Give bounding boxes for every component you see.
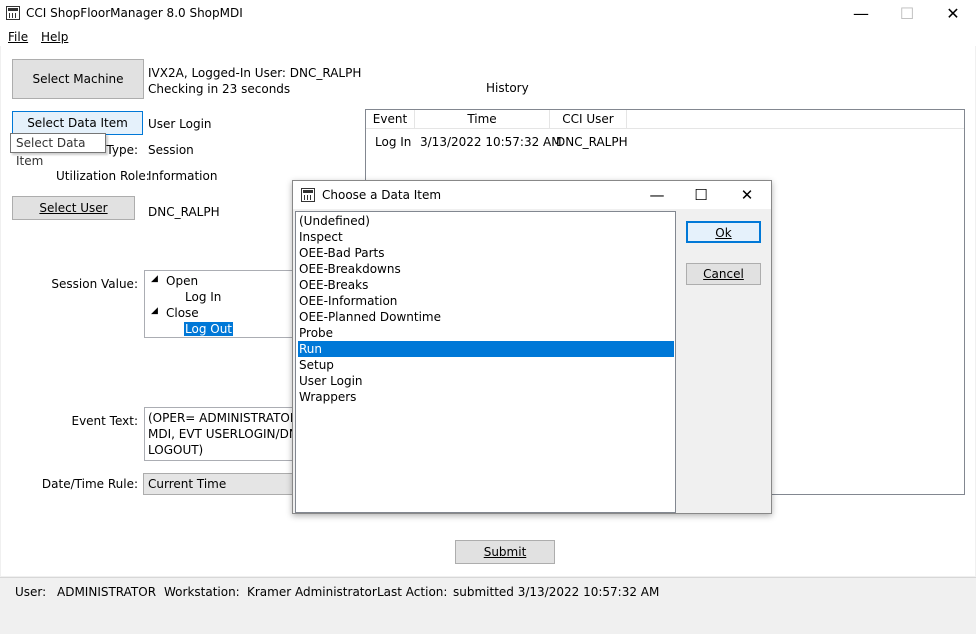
list-item[interactable]: OEE-Breaks	[298, 277, 674, 293]
dialog-minimize-button[interactable]: —	[635, 181, 679, 209]
history-col-user[interactable]: CCI User	[550, 110, 627, 128]
type-label: Type:	[106, 143, 138, 157]
dialog-app-icon	[301, 188, 315, 202]
status-last-action-value: submitted 3/13/2022 10:57:32 AM	[453, 585, 660, 599]
cancel-label: Cancel	[703, 267, 744, 281]
event-text-line-3: LOGOUT)	[148, 443, 204, 457]
history-col-event[interactable]: Event	[366, 110, 415, 128]
date-rule-label: Date/Time Rule:	[41, 477, 138, 491]
minimize-button[interactable]: —	[838, 0, 884, 28]
data-item-value: User Login	[148, 117, 212, 131]
utilization-role-value: Information	[148, 169, 218, 183]
menu-help-label: Help	[41, 30, 69, 44]
tree-node-close[interactable]: Close	[166, 306, 199, 320]
history-header: Event Time CCI User	[366, 110, 964, 129]
event-text-line-2: MDI, EVT USERLOGIN/DNC	[148, 427, 294, 441]
history-col-time[interactable]: Time	[415, 110, 550, 128]
app-icon	[6, 6, 20, 20]
menu-file-label: File	[8, 30, 29, 44]
select-user-label: Select User	[39, 201, 108, 215]
history-label: History	[486, 81, 529, 95]
select-user-button[interactable]: Select User	[12, 196, 135, 220]
select-data-item-button[interactable]: Select Data Item	[12, 111, 143, 135]
list-item[interactable]: OEE-Bad Parts	[298, 245, 674, 261]
tree-node-log-in[interactable]: Log In	[185, 290, 221, 304]
event-text-line-1: (OPER= ADMINISTRATOR, S	[148, 411, 294, 425]
date-rule-select[interactable]: Current Time	[143, 473, 295, 495]
event-text-label: Event Text:	[71, 414, 138, 428]
menu-help[interactable]: Help	[41, 30, 68, 44]
ok-button[interactable]: Ok	[686, 221, 761, 243]
history-row-user: DNC_RALPH	[556, 135, 628, 149]
list-item[interactable]: Setup	[298, 357, 674, 373]
list-item-selected[interactable]: Run	[298, 341, 674, 357]
user-value: DNC_RALPH	[148, 205, 220, 219]
list-item[interactable]: User Login	[298, 373, 674, 389]
dialog-maximize-button[interactable]: ☐	[679, 181, 723, 209]
date-rule-value: Current Time	[148, 477, 227, 491]
checkin-countdown: Checking in 23 seconds	[148, 82, 291, 96]
cancel-button[interactable]: Cancel	[686, 263, 761, 285]
menu-file[interactable]: File	[8, 30, 28, 44]
submit-button[interactable]: Submit	[455, 540, 555, 564]
menu-bar	[0, 28, 976, 46]
dialog-title: Choose a Data Item	[322, 188, 442, 202]
list-item[interactable]: Probe	[298, 325, 674, 341]
window-title: CCI ShopFloorManager 8.0 ShopMDI	[26, 6, 243, 20]
select-machine-button[interactable]: Select Machine	[12, 59, 144, 99]
status-user-value: ADMINISTRATOR	[57, 585, 157, 599]
list-item[interactable]: OEE-Breakdowns	[298, 261, 674, 277]
history-row-time: 3/13/2022 10:57:32 AM	[420, 135, 562, 149]
status-last-action-label: Last Action:	[377, 585, 448, 599]
maximize-button[interactable]: ☐	[884, 0, 930, 28]
status-user-label: User:	[15, 585, 47, 599]
list-item[interactable]: Inspect	[298, 229, 674, 245]
history-row-event: Log In	[375, 135, 412, 149]
session-value-label: Session Value:	[51, 277, 138, 291]
choose-data-item-dialog: Choose a Data Item — ☐ ✕ (Undefined) Ins…	[292, 180, 772, 514]
event-text-box[interactable]: (OPER= ADMINISTRATOR, S MDI, EVT USERLOG…	[144, 407, 294, 461]
expand-close-icon[interactable]: ◢	[151, 306, 158, 316]
expand-open-icon[interactable]: ◢	[151, 274, 158, 284]
list-item[interactable]: OEE-Information	[298, 293, 674, 309]
ok-label: Ok	[715, 226, 732, 240]
session-value-tree[interactable]: ◢ Open Log In ◢ Close Log Out	[144, 270, 294, 338]
list-item[interactable]: OEE-Planned Downtime	[298, 309, 674, 325]
tree-node-open[interactable]: Open	[166, 274, 198, 288]
machine-info: IVX2A, Logged-In User: DNC_RALPH	[148, 66, 362, 80]
dialog-close-button[interactable]: ✕	[725, 181, 769, 209]
list-item[interactable]: Wrappers	[298, 389, 674, 405]
list-item[interactable]: (Undefined)	[298, 213, 674, 229]
status-workstation-value: Kramer Administrator	[247, 585, 377, 599]
tree-node-log-out[interactable]: Log Out	[184, 322, 234, 336]
type-value: Session	[148, 143, 194, 157]
status-workstation-label: Workstation:	[164, 585, 240, 599]
data-item-listbox[interactable]: (Undefined) Inspect OEE-Bad Parts OEE-Br…	[295, 211, 676, 513]
close-button[interactable]: ✕	[930, 0, 976, 28]
submit-label: Submit	[483, 545, 527, 559]
